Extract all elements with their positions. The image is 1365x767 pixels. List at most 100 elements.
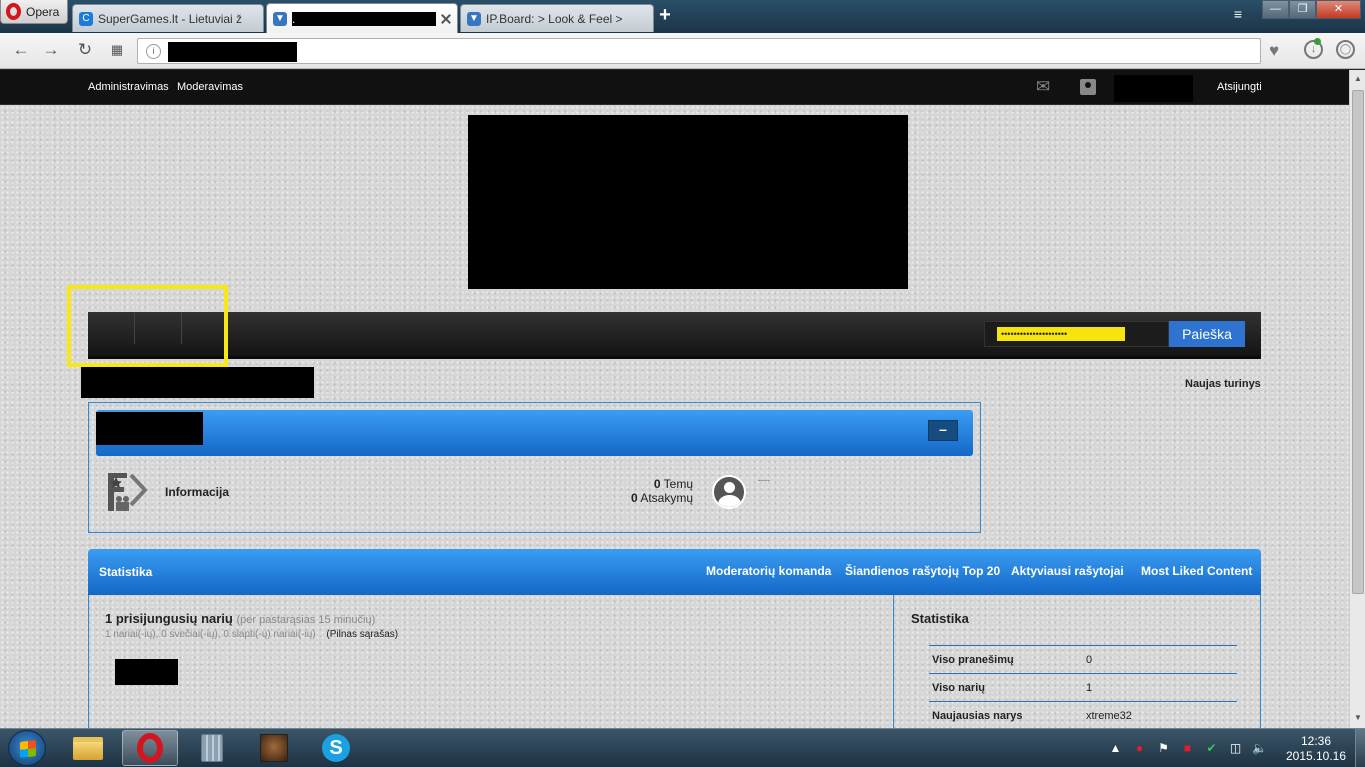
tab-title: SuperGames.lt - Lietuviai ž [98, 11, 243, 26]
site-info-icon[interactable]: i [146, 44, 161, 59]
show-hidden-icons-icon[interactable]: ▲ [1108, 741, 1123, 756]
taskbar-skype[interactable]: S [308, 730, 364, 766]
admin-link[interactable]: Administravimas [88, 81, 169, 93]
full-online-list-link[interactable]: (Pilnas sąrašas) [326, 629, 398, 640]
page-scrollbar[interactable]: ▲ ▼ [1349, 70, 1365, 728]
last-poster-avatar[interactable] [712, 475, 746, 509]
moderation-link[interactable]: Moderavimas [177, 81, 243, 93]
opera-icon [137, 733, 163, 763]
opera-logo-icon [6, 3, 21, 20]
address-bar[interactable]: i [137, 38, 1261, 64]
network-icon[interactable]: ◫ [1228, 741, 1243, 756]
online-users-count: 1 prisijungusių narių [105, 611, 233, 626]
game-character-icon [260, 734, 288, 762]
user-bar: Administravimas Moderavimas ✉ Atsijungti [0, 70, 1349, 105]
topics-count: 0 [653, 477, 661, 491]
taskbar-calculator[interactable] [184, 730, 240, 766]
download-status-dot [1314, 38, 1321, 45]
start-button[interactable] [8, 730, 46, 766]
close-window-button[interactable]: ✕ [1316, 0, 1361, 19]
new-tab-button[interactable]: + [657, 5, 673, 25]
logout-link[interactable]: Atsijungti [1217, 81, 1262, 93]
taskbar-clock[interactable]: 12:36 2015.10.16 [1284, 734, 1348, 764]
primary-navigation: Paieška [88, 312, 1261, 359]
forum-read-icon [108, 473, 148, 511]
stat-key: Viso pranešimų [932, 654, 1014, 666]
highlight-annotation-box [67, 285, 228, 367]
clock-time: 12:36 [1300, 734, 1332, 748]
online-user-redacted[interactable] [115, 659, 178, 685]
reload-icon[interactable]: ↻ [75, 41, 95, 61]
scrollbar-thumb[interactable] [1352, 90, 1364, 594]
speed-dial-grid-icon[interactable]: ▦ [107, 41, 127, 61]
taskbar-game[interactable] [246, 730, 302, 766]
stat-value: 0 [1086, 654, 1093, 666]
tab-current-site[interactable]: ▼ . [266, 3, 458, 33]
category-panel: – Informacija 0 Temų 0 Atsakymų ---- [88, 402, 981, 533]
back-arrow-icon[interactable]: ← [11, 41, 31, 61]
ipboard-favicon-icon: ▼ [273, 11, 287, 26]
scroll-down-arrow-icon[interactable]: ▼ [1354, 713, 1362, 722]
usb-device-icon[interactable]: ■ [1180, 741, 1195, 756]
bookmark-heart-icon[interactable]: ♥ [1269, 41, 1279, 61]
taskbar-opera[interactable] [122, 730, 178, 766]
tab-menu-icon[interactable]: ≡ [1230, 7, 1246, 22]
action-center-flag-icon[interactable]: ⚑ [1156, 741, 1171, 756]
search-button[interactable]: Paieška [1169, 321, 1245, 347]
stat-value-newest-member-link[interactable]: xtreme32 [1086, 710, 1132, 722]
last-post-info: ---- [758, 475, 770, 485]
new-content-link[interactable]: Naujas turinys [1185, 378, 1261, 390]
stat-row-newest-member: Naujausias narys xtreme32 [929, 701, 1237, 728]
top20-posters-link[interactable]: Šiandienos rašytojų Top 20 [845, 564, 1000, 578]
tab-ipboard-look-feel[interactable]: ▼ IP.Board: > Look & Feel > [460, 4, 654, 32]
breadcrumb-redacted [81, 367, 314, 398]
category-header: – [96, 410, 973, 456]
window-controls: — ❐ ✕ [1262, 0, 1361, 19]
forum-replies-stat: 0 Atsakymų [573, 491, 693, 505]
forward-arrow-icon[interactable]: → [41, 41, 61, 61]
moderators-team-link[interactable]: Moderatorių komanda [706, 564, 831, 578]
system-tray: ▲ ● ⚑ ■ ✔ ◫ 🔈 [1108, 729, 1267, 767]
show-desktop-button[interactable] [1355, 729, 1365, 767]
stat-row-total-posts: Viso pranešimų 0 [929, 645, 1237, 673]
stat-key: Naujausias narys [932, 710, 1023, 722]
scroll-up-arrow-icon[interactable]: ▲ [1354, 74, 1362, 83]
statistics-body: 1 prisijungusių narių (per pastarąsias 1… [88, 595, 1261, 728]
search-box [984, 321, 1169, 347]
replies-label: Atsakymų [640, 491, 693, 505]
browser-tab-strip: Opera C SuperGames.lt - Lietuviai ž ▼ . … [0, 0, 1365, 33]
stat-key: Viso narių [932, 682, 985, 694]
stat-value: 1 [1086, 682, 1093, 694]
replies-count: 0 [630, 491, 638, 505]
search-input[interactable] [997, 327, 1125, 341]
most-liked-content-link[interactable]: Most Liked Content [1141, 564, 1252, 578]
most-active-posters-link[interactable]: Aktyviausi rašytojai [1011, 564, 1124, 578]
category-title-redacted[interactable] [96, 412, 203, 445]
calculator-icon [201, 734, 223, 762]
tab-title: . [292, 11, 436, 26]
sync-check-icon[interactable]: ✔ [1204, 741, 1219, 756]
address-url-redacted [168, 42, 297, 62]
maximize-button[interactable]: ❐ [1289, 0, 1316, 19]
tab-title: IP.Board: > Look & Feel > [486, 11, 623, 26]
close-tab-icon[interactable] [441, 14, 451, 24]
statistics-title: Statistika [99, 565, 153, 579]
user-name-redacted[interactable] [1114, 75, 1193, 102]
opera-account-icon[interactable]: ◯ [1336, 40, 1355, 59]
online-users-title: 1 prisijungusių narių (per pastarąsias 1… [105, 611, 375, 626]
opera-menu-button[interactable]: Opera [0, 0, 68, 24]
topics-label: Temų [663, 477, 693, 491]
antivirus-icon[interactable]: ● [1132, 741, 1147, 756]
supergames-favicon-icon: C [79, 11, 93, 26]
minimize-button[interactable]: — [1262, 0, 1289, 19]
notifications-contact-icon[interactable] [1080, 79, 1096, 95]
collapse-category-button[interactable]: – [928, 420, 958, 441]
forum-link-informacija[interactable]: Informacija [165, 485, 229, 499]
taskbar-explorer[interactable] [60, 730, 116, 766]
forum-topics-stat: 0 Temų [573, 477, 693, 491]
tab-supergames[interactable]: C SuperGames.lt - Lietuviai ž [72, 4, 264, 32]
volume-icon[interactable]: 🔈 [1252, 741, 1267, 756]
statistics-header: Statistika Moderatorių komanda Šiandieno… [88, 549, 1261, 595]
site-logo-redacted[interactable] [468, 115, 908, 289]
messenger-envelope-icon[interactable]: ✉ [1036, 78, 1056, 95]
